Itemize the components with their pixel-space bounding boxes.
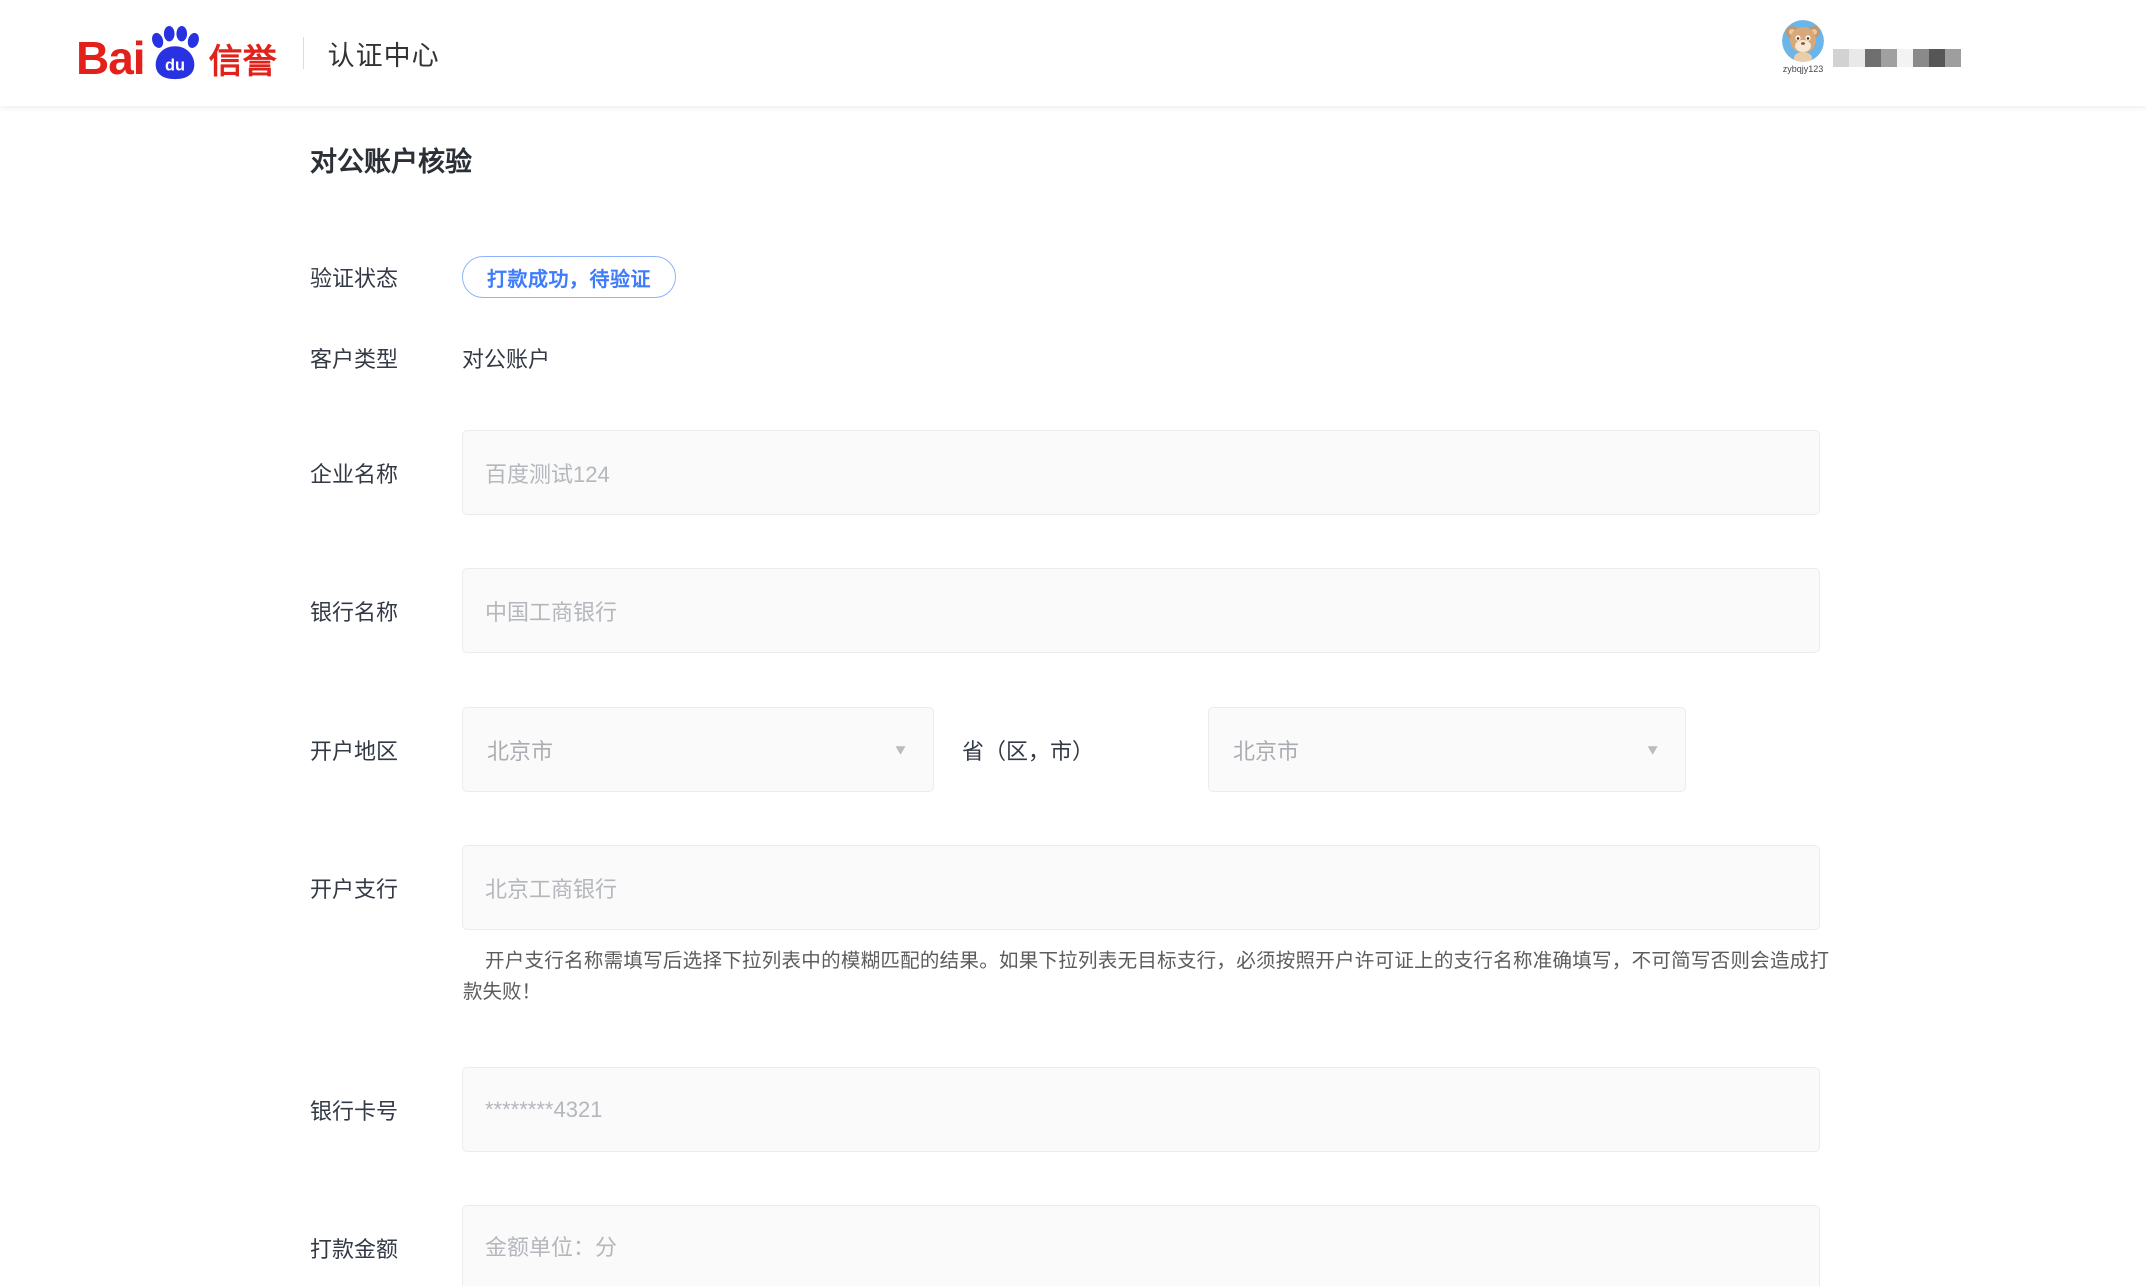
logo-text-du: du — [165, 56, 185, 74]
bank-name-input[interactable] — [462, 568, 1820, 653]
open-region-label: 开户地区 — [310, 734, 462, 766]
company-name-label: 企业名称 — [310, 457, 462, 489]
company-name-input[interactable] — [462, 430, 1820, 515]
payment-amount-label: 打款金额 — [310, 1232, 462, 1264]
payment-amount-input[interactable] — [462, 1205, 1820, 1286]
province-suffix-label: 省（区，市） — [962, 734, 1094, 766]
province-selected-value: 北京市 — [487, 734, 553, 766]
chevron-down-icon: ▼ — [1644, 741, 1661, 758]
row-company-name: 企业名称 — [310, 430, 1820, 515]
bank-name-label: 银行名称 — [310, 595, 462, 627]
city-selected-value: 北京市 — [1233, 734, 1299, 766]
branch-name-input[interactable] — [462, 845, 1820, 930]
row-customer-type: 客户类型 对公账户 — [310, 336, 550, 380]
page-title: 对公账户核验 — [310, 140, 472, 179]
row-open-region: 开户地区 北京市 ▼ 省（区，市） 北京市 ▼ — [310, 707, 1686, 792]
header-divider — [303, 37, 304, 69]
province-select[interactable]: 北京市 ▼ — [462, 707, 934, 792]
user-avatar[interactable] — [1782, 20, 1824, 62]
city-select[interactable]: 北京市 ▼ — [1208, 707, 1686, 792]
user-username: zybqjy123 — [1780, 64, 1826, 74]
status-badge: 打款成功，待验证 — [462, 256, 676, 298]
baidu-paw-icon: du — [146, 25, 204, 81]
logo-text-bai: Bai — [76, 37, 145, 81]
customer-type-label: 客户类型 — [310, 342, 462, 374]
customer-type-value: 对公账户 — [462, 342, 550, 374]
verify-status-label: 验证状态 — [310, 261, 462, 293]
row-payment-amount: 打款金额 — [310, 1205, 1820, 1286]
chevron-down-icon: ▼ — [892, 741, 909, 758]
redacted-username-blur — [1833, 49, 1961, 67]
header-title: 认证中心 — [328, 34, 440, 73]
row-verify-status: 验证状态 打款成功，待验证 — [310, 255, 676, 299]
branch-name-label: 开户支行 — [310, 872, 462, 904]
user-account[interactable]: zybqjy123 — [1780, 20, 1826, 74]
row-branch-name: 开户支行 — [310, 845, 1820, 930]
logo-text-xinyu: 信誉 — [209, 45, 277, 81]
row-card-number: 银行卡号 — [310, 1067, 1820, 1152]
baidu-xinyu-logo[interactable]: Bai du 信誉 — [76, 25, 277, 81]
bear-avatar-icon — [1782, 20, 1824, 62]
branch-hint-text: 开户支行名称需填写后选择下拉列表中的模糊匹配的结果。如果下拉列表无目标支行，必须… — [463, 946, 1829, 1008]
card-number-input[interactable] — [462, 1067, 1820, 1152]
top-header: Bai du 信誉 认证中心 — [0, 0, 2146, 106]
row-bank-name: 银行名称 — [310, 568, 1820, 653]
card-number-label: 银行卡号 — [310, 1094, 462, 1126]
